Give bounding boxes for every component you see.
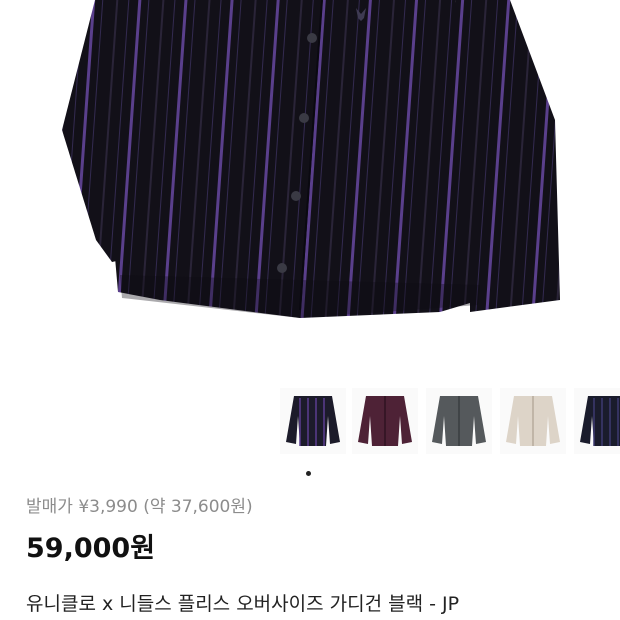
cardigan-gray-icon [432,396,486,446]
carousel-indicator [306,461,311,480]
thumbnail-1[interactable] [280,388,346,454]
image-thumbnail-carousel[interactable] [280,388,620,454]
cardigan-beige-icon [506,396,560,446]
thumbnail-3[interactable] [426,388,492,454]
cardigan-purple-icon [358,396,412,446]
thumbnail-4[interactable] [500,388,566,454]
cardigan-navy-stripe-icon [580,396,620,446]
cardigan-photo [62,0,560,318]
original-price-label: 발매가 ¥3,990 (약 37,600원) [26,497,253,517]
product-title: 유니클로 x 니들스 플리스 오버사이즈 가디건 블랙 - JP [26,593,460,615]
price: 59,000원 [26,533,156,564]
thumbnail-5[interactable] [574,388,620,454]
thumbnail-2[interactable] [352,388,418,454]
carousel-dot-active [306,471,311,476]
cardigan-black-stripe-icon [286,396,340,446]
product-main-image[interactable] [0,0,620,360]
